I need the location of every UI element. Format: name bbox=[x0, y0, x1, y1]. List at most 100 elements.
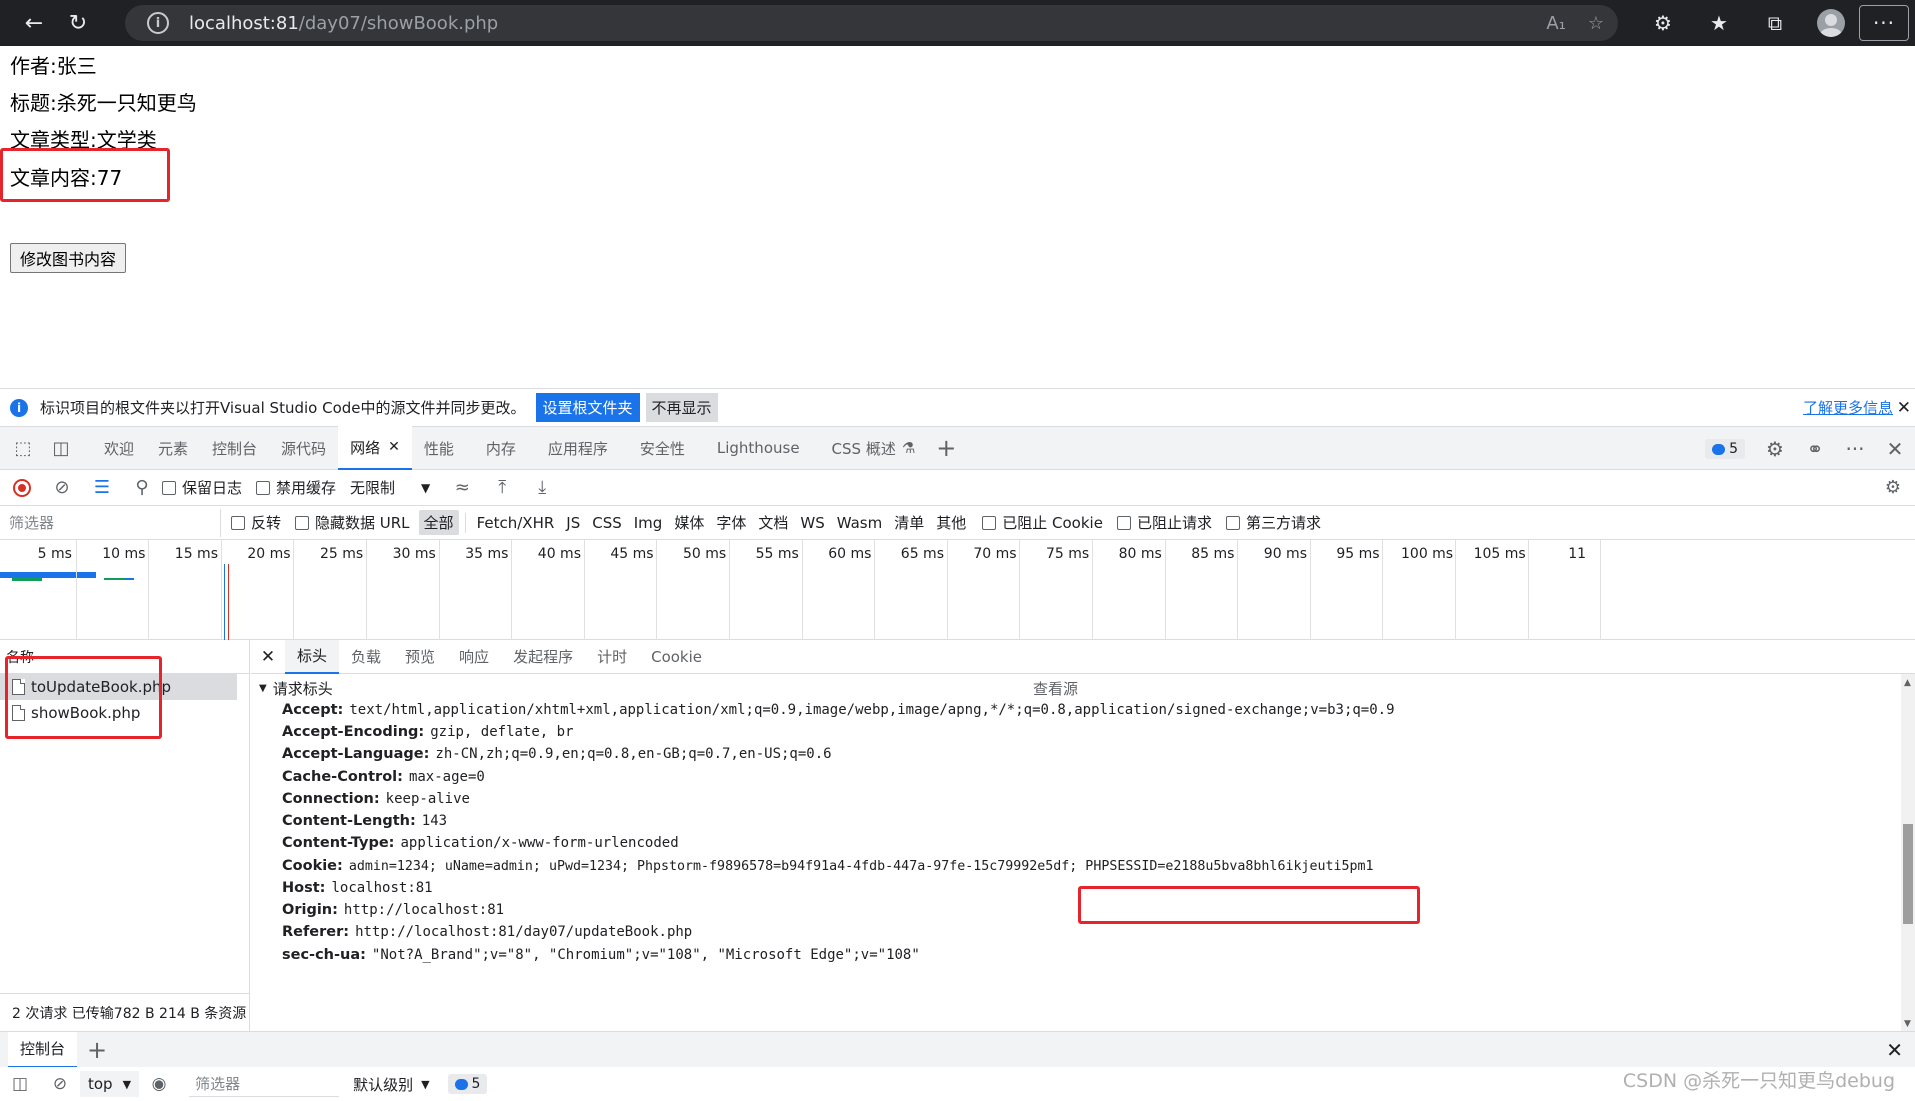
close-tab-icon[interactable]: ✕ bbox=[388, 439, 400, 455]
checkbox[interactable] bbox=[1116, 515, 1131, 530]
dont-show-button[interactable]: 不再显示 bbox=[645, 393, 718, 422]
filter-icon[interactable]: ☰ bbox=[82, 470, 122, 506]
tab-css-overview[interactable]: CSS 概述 ⚗ bbox=[820, 426, 928, 470]
tab-security[interactable]: 安全性 bbox=[628, 426, 697, 470]
settings-icon[interactable]: ⚙ bbox=[1755, 427, 1795, 471]
invert-checkbox[interactable]: 反转 bbox=[231, 512, 281, 533]
tab-performance[interactable]: 性能 bbox=[412, 426, 466, 470]
scroll-up-icon[interactable]: ▲ bbox=[1904, 678, 1911, 688]
close-devtools-icon[interactable]: ✕ bbox=[1875, 427, 1915, 471]
log-level-select[interactable]: 默认级别 ▼ bbox=[353, 1074, 429, 1095]
dock-icon[interactable]: ⚭ bbox=[1795, 427, 1835, 471]
export-har-icon[interactable]: ⤓ bbox=[522, 470, 562, 506]
filter-manifest[interactable]: 清单 bbox=[889, 510, 929, 535]
back-button[interactable]: ← bbox=[12, 0, 56, 46]
tab-sources[interactable]: 源代码 bbox=[269, 426, 338, 470]
blocked-requests-checkbox[interactable]: 已阻止请求 bbox=[1116, 512, 1212, 533]
url-text[interactable]: localhost:81/day07/showBook.php bbox=[189, 13, 498, 34]
scrollbar-thumb[interactable] bbox=[1903, 824, 1913, 924]
timeline-gridline bbox=[220, 540, 222, 640]
extensions-icon[interactable]: ⚙ bbox=[1635, 0, 1691, 46]
filter-font[interactable]: 字体 bbox=[711, 510, 751, 535]
more-icon[interactable]: ··· bbox=[1835, 427, 1875, 471]
inspect-icon[interactable]: ⬚ bbox=[4, 426, 42, 470]
filter-js[interactable]: JS bbox=[561, 512, 585, 534]
tab-cookies[interactable]: Cookie bbox=[639, 640, 714, 674]
read-aloud-icon[interactable]: A₁ bbox=[1546, 13, 1566, 34]
tab-preview[interactable]: 预览 bbox=[393, 640, 447, 674]
profile-button[interactable] bbox=[1803, 0, 1859, 46]
record-button[interactable] bbox=[2, 470, 42, 506]
filter-ws[interactable]: WS bbox=[795, 512, 829, 534]
tab-response[interactable]: 响应 bbox=[447, 640, 501, 674]
add-tab-icon[interactable]: + bbox=[927, 426, 965, 470]
tab-welcome[interactable]: 欢迎 bbox=[92, 426, 146, 470]
tab-initiator[interactable]: 发起程序 bbox=[501, 640, 585, 674]
third-party-checkbox[interactable]: 第三方请求 bbox=[1225, 512, 1321, 533]
tab-elements[interactable]: 元素 bbox=[146, 426, 200, 470]
device-toggle-icon[interactable]: ◫ bbox=[42, 426, 80, 470]
set-root-folder-button[interactable]: 设置根文件夹 bbox=[535, 393, 640, 422]
network-overview[interactable]: 5 ms 10 ms 15 ms 20 ms 25 ms 30 ms 35 ms 40 ms 4… bbox=[0, 540, 1915, 640]
filter-wasm[interactable]: Wasm bbox=[832, 512, 888, 534]
context-select[interactable]: top ▼ bbox=[80, 1071, 140, 1097]
site-info-icon[interactable]: i bbox=[147, 12, 169, 34]
scroll-down-icon[interactable]: ▼ bbox=[1904, 1019, 1911, 1029]
filter-other[interactable]: 其他 bbox=[931, 510, 971, 535]
tab-payload[interactable]: 负载 bbox=[339, 640, 393, 674]
issues-badge[interactable]: 5 bbox=[1705, 439, 1745, 459]
edit-book-button[interactable]: 修改图书内容 bbox=[10, 243, 127, 273]
import-har-icon[interactable]: ⤒ bbox=[482, 470, 522, 506]
filter-doc[interactable]: 文档 bbox=[753, 510, 793, 535]
throttle-select[interactable]: 无限制 ▼ bbox=[350, 477, 430, 498]
filter-img[interactable]: Img bbox=[629, 512, 668, 534]
search-icon[interactable]: ⚲ bbox=[122, 470, 162, 506]
view-source-link[interactable]: 查看源 bbox=[1033, 678, 1078, 699]
tab-console-drawer[interactable]: 控制台 bbox=[8, 1031, 78, 1068]
add-drawer-tab-icon[interactable]: + bbox=[87, 1036, 107, 1064]
close-drawer-icon[interactable]: ✕ bbox=[1886, 1038, 1903, 1062]
address-bar[interactable]: i localhost:81/day07/showBook.php A₁ ☆ bbox=[125, 5, 1618, 41]
request-headers-section[interactable]: ▼ 请求标头 bbox=[259, 678, 333, 699]
tab-console[interactable]: 控制台 bbox=[200, 426, 269, 470]
tab-network[interactable]: 网络 ✕ bbox=[338, 426, 412, 470]
blocked-cookies-checkbox[interactable]: 已阻止 Cookie bbox=[982, 512, 1103, 533]
checkbox[interactable] bbox=[295, 515, 310, 530]
preserve-log-checkbox[interactable]: 保留日志 bbox=[162, 477, 242, 498]
favorites-icon[interactable]: ★ bbox=[1691, 0, 1747, 46]
filter-media[interactable]: 媒体 bbox=[669, 510, 709, 535]
checkbox[interactable] bbox=[162, 480, 176, 495]
collections-icon[interactable]: ⧉ bbox=[1747, 0, 1803, 46]
tab-memory[interactable]: 内存 bbox=[474, 426, 528, 470]
more-menu-button[interactable]: ··· bbox=[1859, 5, 1909, 41]
filter-fetch-xhr[interactable]: Fetch/XHR bbox=[472, 512, 560, 534]
hide-data-urls-checkbox[interactable]: 隐藏数据 URL bbox=[295, 512, 410, 533]
network-conditions-icon[interactable]: ≈ bbox=[442, 470, 482, 506]
clear-console-icon[interactable]: ⊘ bbox=[40, 1067, 80, 1101]
live-expression-icon[interactable]: ◉ bbox=[139, 1067, 179, 1101]
sidebar-toggle-icon[interactable]: ◫ bbox=[0, 1067, 40, 1101]
tab-timing[interactable]: 计时 bbox=[585, 640, 639, 674]
add-favorite-icon[interactable]: ☆ bbox=[1588, 13, 1604, 34]
tab-lighthouse[interactable]: Lighthouse bbox=[705, 426, 812, 470]
refresh-button[interactable]: ↻ bbox=[56, 0, 100, 46]
console-filter-input[interactable]: 筛选器 bbox=[189, 1071, 340, 1097]
tab-headers[interactable]: 标头 bbox=[285, 639, 340, 674]
network-settings-icon[interactable]: ⚙ bbox=[1873, 470, 1913, 506]
details-scrollbar[interactable]: ▲ ▼ bbox=[1901, 674, 1915, 1031]
filter-all[interactable]: 全部 bbox=[418, 510, 459, 535]
checkbox[interactable] bbox=[1225, 515, 1240, 530]
close-details-icon[interactable]: ✕ bbox=[251, 647, 285, 667]
learn-more-link[interactable]: 了解更多信息 bbox=[1803, 397, 1893, 418]
filter-css[interactable]: CSS bbox=[587, 512, 627, 534]
checkbox[interactable] bbox=[982, 515, 997, 530]
checkbox[interactable] bbox=[256, 480, 271, 495]
preserve-log-label: 保留日志 bbox=[182, 479, 243, 497]
console-issues-badge[interactable]: 5 bbox=[447, 1074, 488, 1094]
filter-input[interactable]: 筛选器 bbox=[6, 508, 221, 537]
checkbox[interactable] bbox=[231, 515, 245, 530]
clear-icon[interactable]: ⊘ bbox=[42, 470, 82, 506]
tab-application[interactable]: 应用程序 bbox=[536, 426, 620, 470]
close-icon[interactable]: ✕ bbox=[1897, 398, 1911, 418]
disable-cache-checkbox[interactable]: 禁用缓存 bbox=[256, 477, 336, 498]
